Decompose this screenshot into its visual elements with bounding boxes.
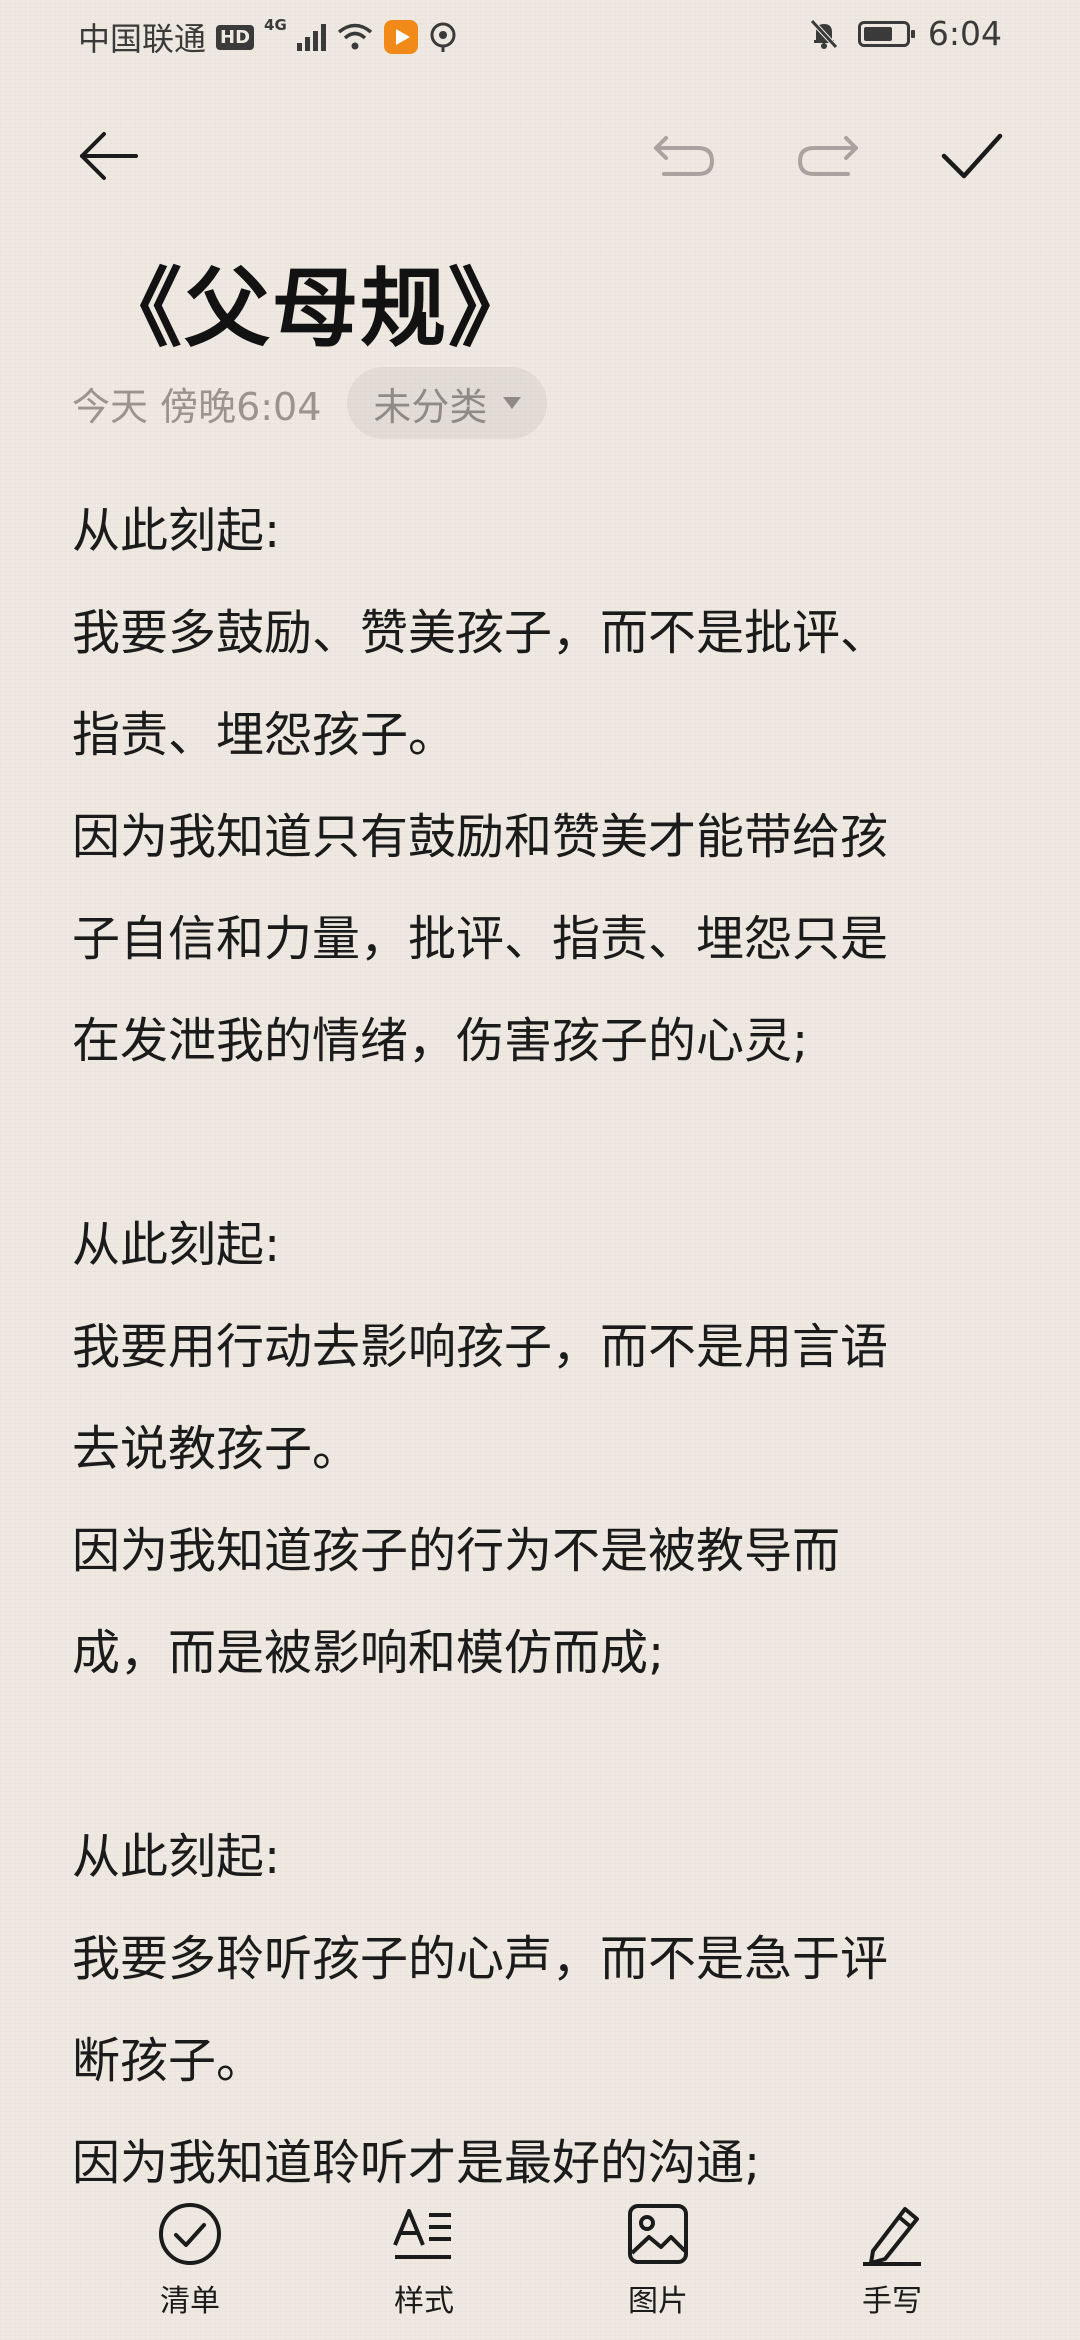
undo-button[interactable] bbox=[648, 120, 720, 192]
checklist-icon bbox=[159, 2203, 221, 2265]
mute-bell-icon bbox=[810, 18, 838, 49]
note-body[interactable]: 从此刻起: 我要多鼓励、赞美孩子，而不是批评、 指责、埋怨孩子。 因为我知道只有… bbox=[72, 480, 1022, 2214]
checklist-button[interactable]: 清单 bbox=[120, 2198, 260, 2320]
text-style-label: 样式 bbox=[394, 2284, 454, 2319]
image-label: 图片 bbox=[628, 2284, 688, 2319]
pen-icon bbox=[863, 2207, 921, 2266]
category-dropdown[interactable]: 未分类 bbox=[347, 367, 548, 439]
network-type: 4G bbox=[264, 16, 287, 34]
handwriting-label: 手写 bbox=[862, 2284, 922, 2319]
text-style-button[interactable]: 样式 bbox=[354, 2198, 494, 2320]
video-app-icon bbox=[383, 20, 418, 54]
editor-toolbar bbox=[0, 120, 1080, 192]
note-timestamp: 今天 傍晚6:04 bbox=[72, 384, 322, 429]
clock: 6:04 bbox=[927, 14, 1002, 53]
confirm-button[interactable] bbox=[936, 120, 1008, 192]
hd-badge: HD bbox=[216, 24, 255, 50]
battery-icon bbox=[857, 20, 915, 47]
carrier-name: 中国联通 bbox=[78, 20, 207, 58]
back-button[interactable] bbox=[72, 120, 144, 192]
text-style-icon bbox=[393, 2209, 451, 2259]
image-icon bbox=[628, 2204, 688, 2264]
category-label: 未分类 bbox=[373, 384, 488, 429]
redo-icon bbox=[797, 136, 858, 176]
hotspot-icon bbox=[430, 22, 456, 52]
status-bar: 中国联通 HD 4G 6:04 bbox=[0, 0, 1080, 72]
arrow-left-icon bbox=[80, 132, 138, 180]
wifi-icon bbox=[337, 23, 372, 50]
status-left: 中国联通 HD 4G bbox=[78, 14, 458, 60]
chevron-down-icon bbox=[503, 397, 522, 409]
status-right: 6:04 bbox=[808, 14, 1002, 53]
image-button[interactable]: 图片 bbox=[588, 2198, 728, 2320]
redo-button[interactable] bbox=[792, 120, 864, 192]
bottom-toolbar: 清单 样式 图片 手写 bbox=[0, 2190, 1080, 2340]
undo-icon bbox=[654, 136, 715, 176]
handwriting-button[interactable]: 手写 bbox=[822, 2198, 962, 2320]
signal-icon bbox=[296, 23, 326, 51]
note-title[interactable]: 《父母规》 bbox=[96, 238, 536, 363]
note-meta: 今天 傍晚6:04 未分类 bbox=[72, 367, 548, 439]
checklist-label: 清单 bbox=[160, 2284, 220, 2319]
checkmark-icon bbox=[941, 133, 1003, 179]
